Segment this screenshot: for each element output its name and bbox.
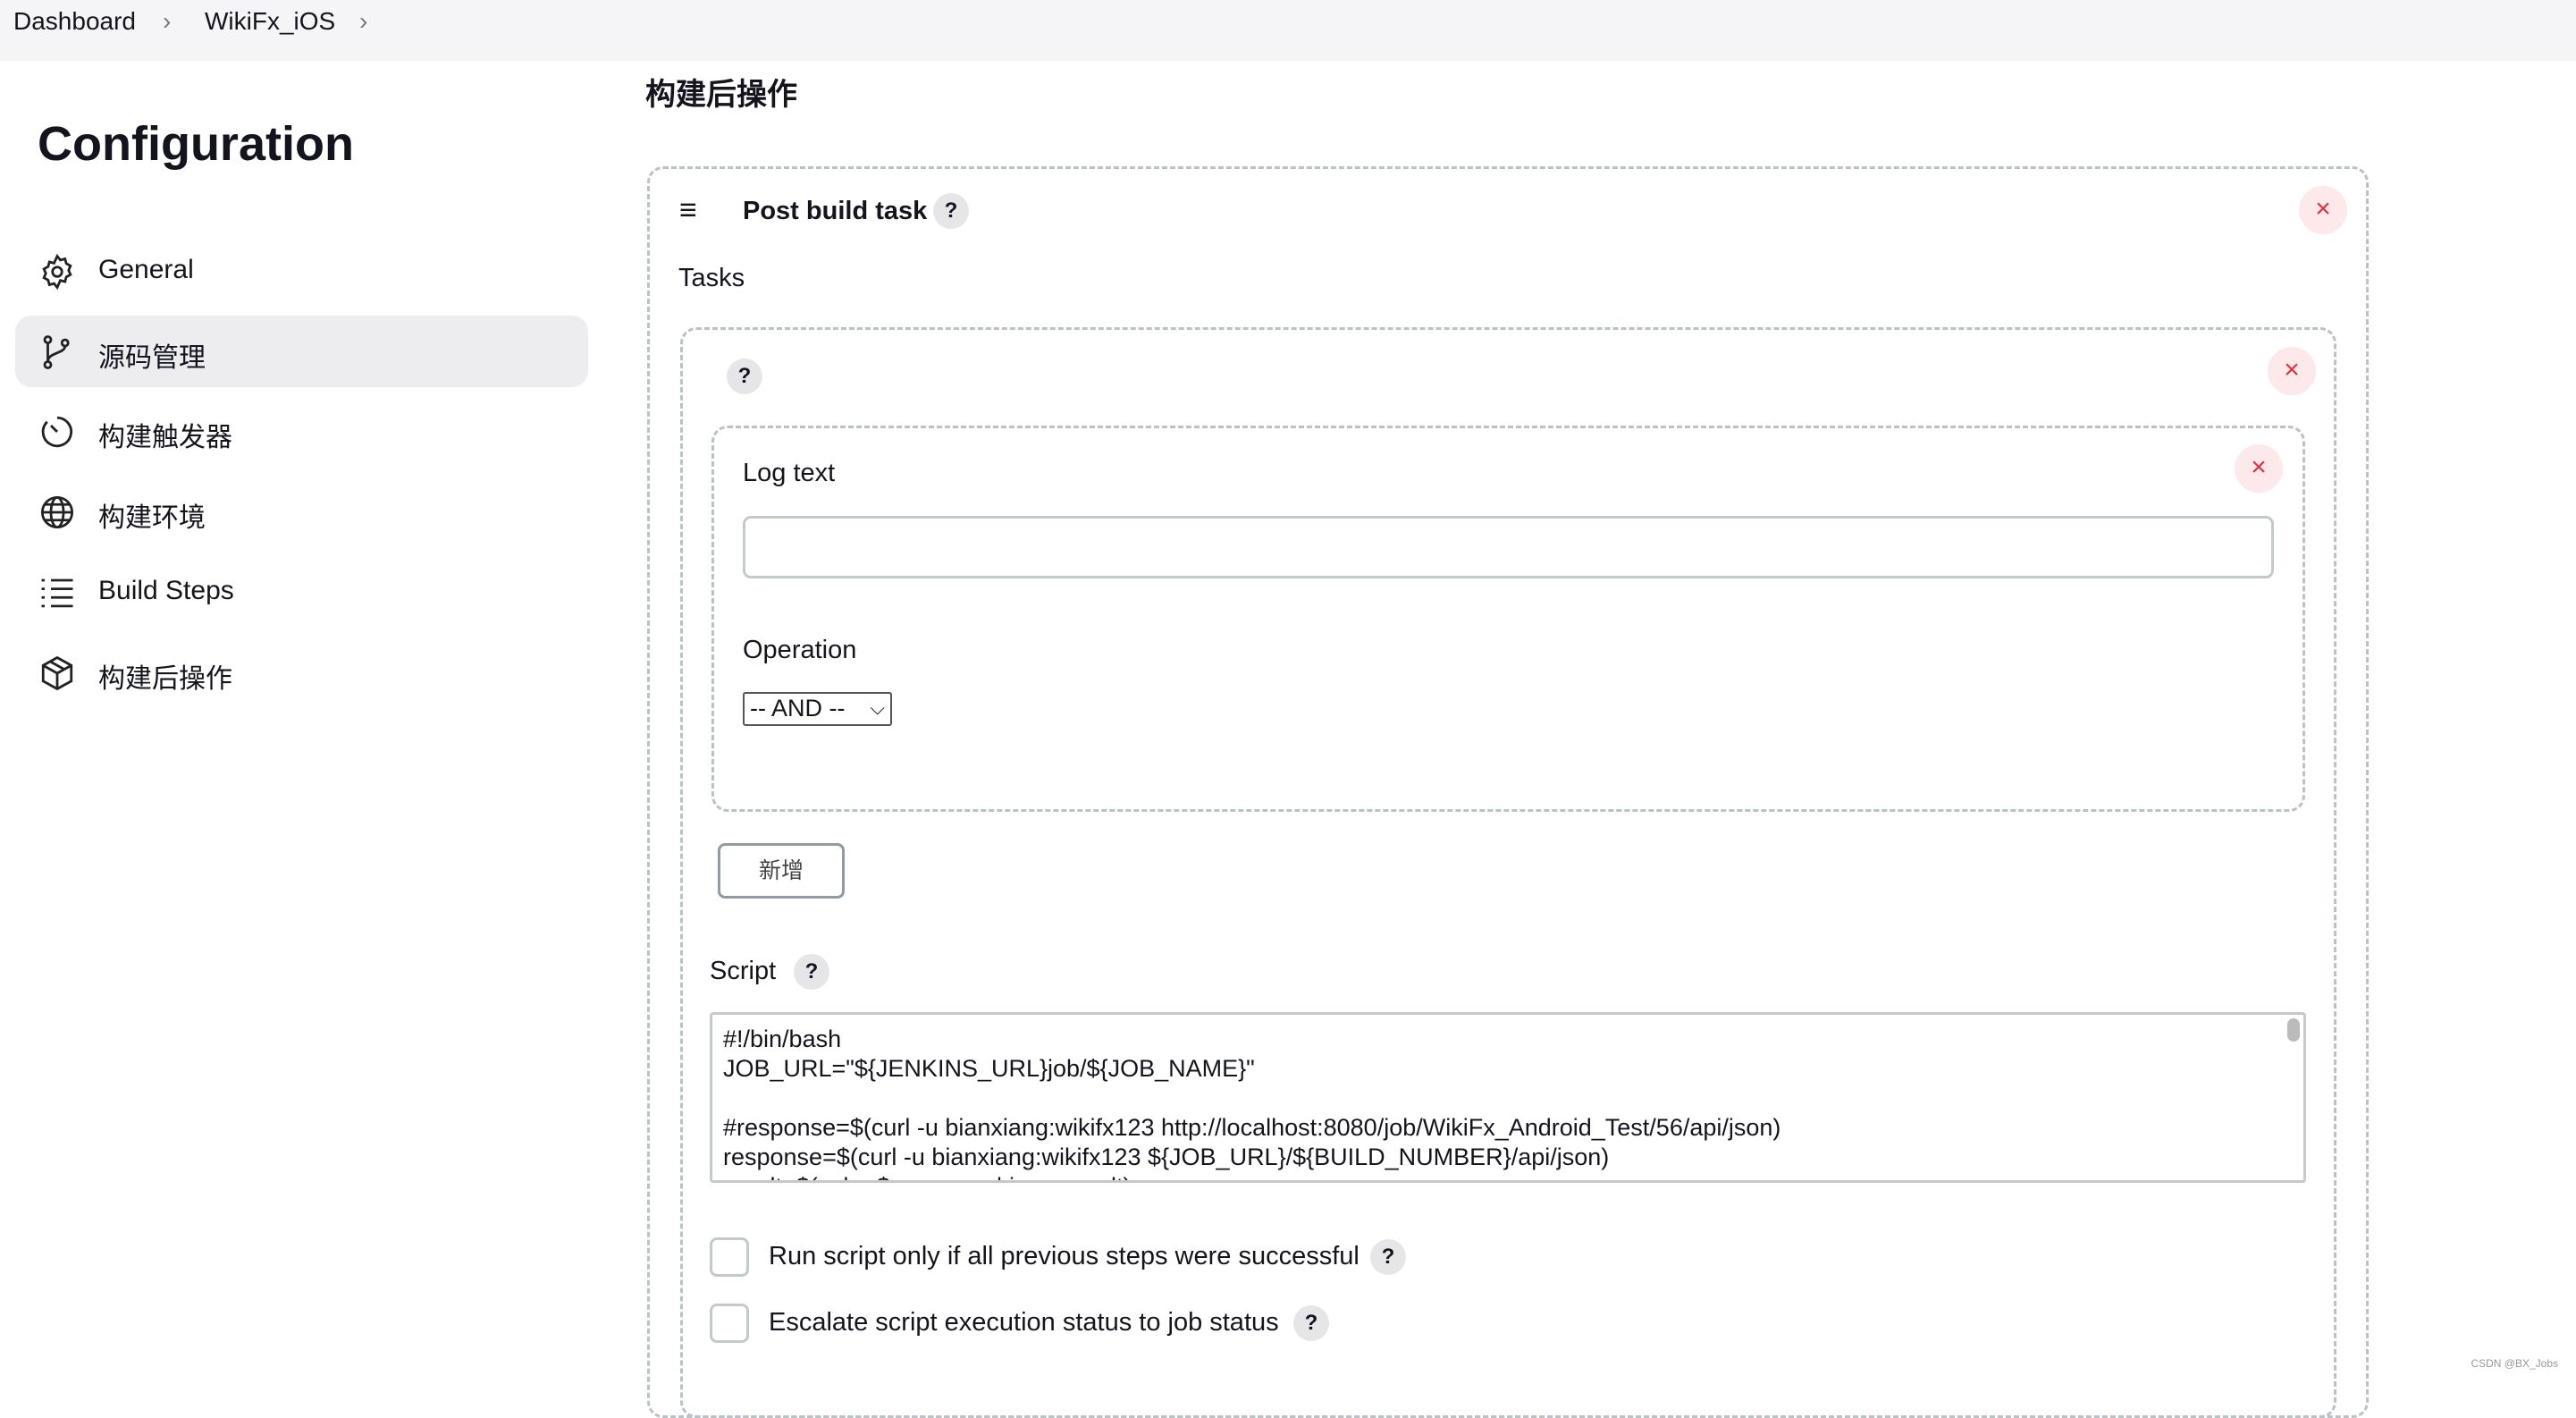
sidebar-item-label: General xyxy=(98,255,194,284)
log-text-input[interactable] xyxy=(743,516,2274,578)
breadcrumb-dashboard[interactable]: Dashboard xyxy=(13,7,136,36)
log-text-panel xyxy=(711,426,2305,812)
tasks-label: Tasks xyxy=(678,264,745,292)
sidebar-item-label: 构建环境 xyxy=(98,503,206,533)
scrollbar[interactable] xyxy=(2287,1018,2300,1042)
sidebar-item-triggers[interactable]: 构建触发器 xyxy=(15,395,588,467)
chevron-down-icon: ⌵ xyxy=(870,696,885,719)
script-textarea[interactable]: #!/bin/bash JOB_URL="${JENKINS_URL}job/$… xyxy=(710,1012,2306,1183)
escalate-checkbox[interactable] xyxy=(710,1304,749,1343)
chevron-right-icon[interactable]: › xyxy=(359,7,367,36)
close-icon[interactable]: × xyxy=(2235,444,2283,493)
help-icon[interactable]: ? xyxy=(1370,1239,1406,1275)
sidebar-item-label: 源码管理 xyxy=(98,343,206,373)
page-title: Configuration xyxy=(38,117,354,171)
gear-icon xyxy=(42,253,72,291)
close-icon[interactable]: × xyxy=(2299,186,2347,234)
sidebar-item-scm[interactable]: 源码管理 xyxy=(15,316,588,387)
run-only-label: Run script only if all previous steps we… xyxy=(769,1242,1360,1270)
list-icon xyxy=(41,578,73,608)
sidebar-item-general[interactable]: General xyxy=(15,235,588,307)
timer-icon xyxy=(41,416,72,448)
help-icon[interactable]: ? xyxy=(727,359,762,394)
close-icon[interactable]: × xyxy=(2268,347,2316,395)
sidebar-item-label: Build Steps xyxy=(98,576,234,605)
sidebar-item-label: 构建触发器 xyxy=(98,423,232,452)
run-only-checkbox[interactable] xyxy=(710,1237,749,1277)
panel-title: Post build task xyxy=(743,197,928,225)
operation-select[interactable]: -- AND -- ⌵ xyxy=(743,692,892,726)
help-icon[interactable]: ? xyxy=(933,193,969,229)
operation-selected: -- AND -- xyxy=(750,695,846,722)
operation-label: Operation xyxy=(743,636,857,664)
script-text: #!/bin/bash JOB_URL="${JENKINS_URL}job/$… xyxy=(723,1026,1781,1180)
log-text-label: Log text xyxy=(743,459,836,487)
script-label: Script xyxy=(710,957,777,985)
help-icon[interactable]: ? xyxy=(794,954,829,990)
breadcrumb-job[interactable]: WikiFx_iOS xyxy=(205,7,335,36)
escalate-label: Escalate script execution status to job … xyxy=(769,1308,1279,1337)
sidebar-item-environment[interactable]: 构建环境 xyxy=(15,476,588,547)
breadcrumb: Dashboard › WikiFx_iOS › xyxy=(0,0,2576,61)
sidebar-item-build-steps[interactable]: Build Steps xyxy=(15,556,588,628)
chevron-right-icon: › xyxy=(163,7,172,35)
section-title: 构建后操作 xyxy=(645,78,797,112)
add-button[interactable]: 新增 xyxy=(718,843,845,899)
globe-icon xyxy=(40,495,74,529)
package-icon xyxy=(41,655,73,691)
git-branch-icon xyxy=(43,335,70,369)
help-icon[interactable]: ? xyxy=(1293,1305,1329,1341)
sidebar-item-label: 构建后操作 xyxy=(98,664,232,694)
watermark: CSDN @BX_Jobs xyxy=(2471,1357,2558,1370)
sidebar-item-post-build[interactable]: 构建后操作 xyxy=(15,637,588,708)
drag-handle-icon[interactable]: ≡ xyxy=(679,195,708,225)
